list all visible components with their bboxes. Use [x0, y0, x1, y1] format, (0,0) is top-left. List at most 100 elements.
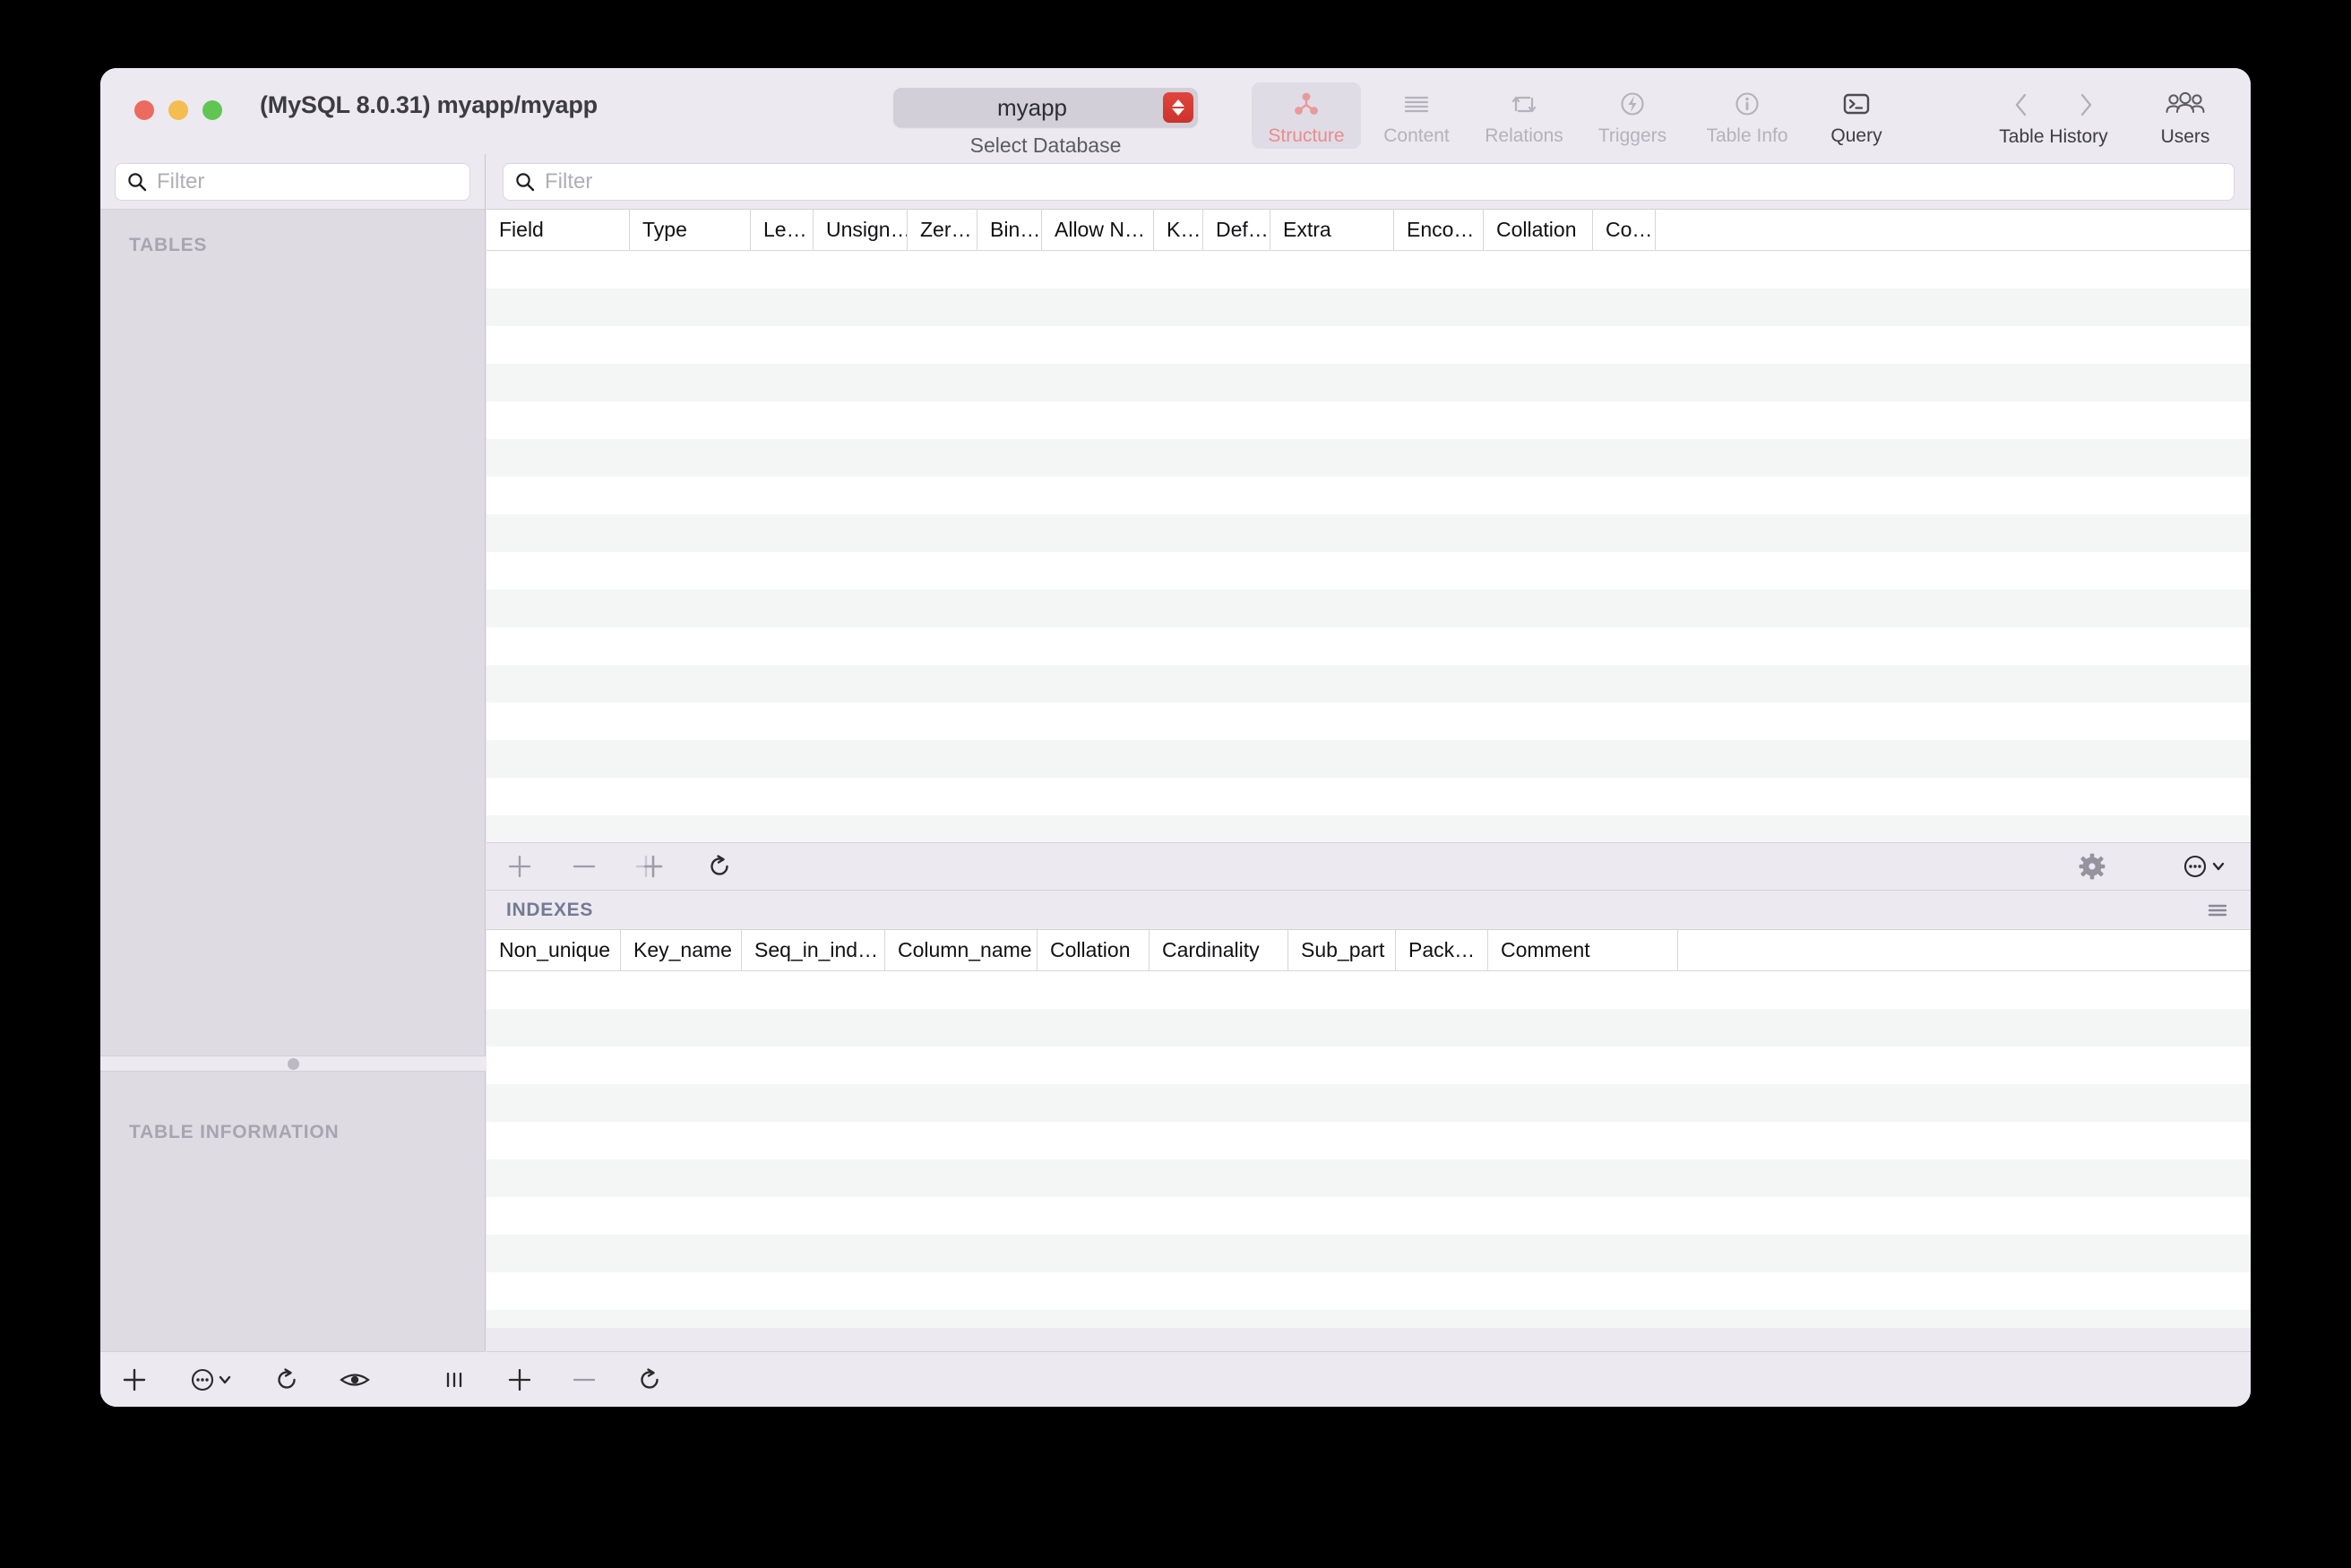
- tab-content-label: Content: [1383, 125, 1450, 146]
- column-header-filler: [1656, 210, 2251, 250]
- sidebar-filter-input[interactable]: Filter: [115, 162, 470, 201]
- table-row[interactable]: [487, 1159, 2251, 1197]
- table-history-label: Table History: [1999, 126, 2108, 147]
- add-table-button[interactable]: [120, 1359, 149, 1400]
- list-menu-icon[interactable]: [2204, 900, 2231, 920]
- column-header-idx-collation[interactable]: Collation: [1038, 930, 1150, 970]
- table-row[interactable]: [487, 1197, 2251, 1235]
- table-row[interactable]: [487, 971, 2251, 1009]
- tab-content[interactable]: Content: [1367, 82, 1466, 149]
- tab-triggers[interactable]: Triggers: [1582, 82, 1683, 149]
- structure-options-button[interactable]: [2181, 849, 2231, 884]
- table-row[interactable]: [487, 401, 2251, 439]
- column-header-key[interactable]: K…: [1154, 210, 1203, 250]
- remove-field-button[interactable]: [571, 849, 598, 884]
- table-row[interactable]: [487, 1235, 2251, 1272]
- table-row[interactable]: [487, 1084, 2251, 1122]
- toggle-sidebar-button[interactable]: [443, 1359, 466, 1400]
- table-row[interactable]: [487, 815, 2251, 842]
- column-header-packed[interactable]: Pack…: [1396, 930, 1488, 970]
- remove-index-button[interactable]: [571, 1362, 598, 1398]
- table-row[interactable]: [487, 289, 2251, 326]
- table-row[interactable]: [487, 665, 2251, 702]
- sidebar-splitter[interactable]: [100, 1055, 486, 1072]
- add-field-button[interactable]: [506, 849, 533, 884]
- column-header-allow-null[interactable]: Allow N…: [1042, 210, 1154, 250]
- window-title: (MySQL 8.0.31) myapp/myapp: [260, 91, 598, 118]
- table-row[interactable]: [487, 1009, 2251, 1047]
- toolbar-users-button[interactable]: Users: [2136, 82, 2235, 148]
- column-header-idx-comment[interactable]: Comment: [1488, 930, 1678, 970]
- tab-triggers-label: Triggers: [1597, 125, 1667, 146]
- refresh-indexes-button[interactable]: [635, 1362, 664, 1398]
- table-info-icon: [1732, 88, 1762, 121]
- column-header-extra[interactable]: Extra: [1270, 210, 1394, 250]
- database-selector[interactable]: myapp Select Database: [893, 88, 1198, 158]
- table-row[interactable]: [487, 326, 2251, 364]
- column-header-key-name[interactable]: Key_name: [621, 930, 742, 970]
- table-row[interactable]: [487, 627, 2251, 665]
- sidebar-table-information-header: TABLE INFORMATION: [129, 1122, 340, 1142]
- table-row[interactable]: [487, 1310, 2251, 1328]
- indexes-grid[interactable]: [487, 971, 2251, 1328]
- tab-query[interactable]: Query: [1812, 82, 1901, 149]
- column-header-unsigned[interactable]: Unsign…: [814, 210, 908, 250]
- database-stepper-icon[interactable]: [1163, 92, 1193, 123]
- table-row[interactable]: [487, 740, 2251, 778]
- refresh-tables-button[interactable]: [272, 1359, 301, 1400]
- duplicate-field-button[interactable]: [635, 849, 667, 884]
- column-header-sub-part[interactable]: Sub_part: [1288, 930, 1396, 970]
- tab-structure[interactable]: Structure: [1252, 82, 1361, 149]
- add-index-button[interactable]: [506, 1362, 533, 1398]
- toolbar-users-label: Users: [2160, 126, 2210, 147]
- preview-button[interactable]: [339, 1359, 371, 1400]
- refresh-structure-button[interactable]: [705, 849, 734, 884]
- tab-relations[interactable]: Relations: [1469, 82, 1579, 149]
- search-icon: [514, 171, 536, 193]
- table-row[interactable]: [487, 514, 2251, 552]
- column-header-column-name[interactable]: Column_name: [885, 930, 1038, 970]
- table-settings-button[interactable]: [2077, 849, 2107, 884]
- table-row[interactable]: [487, 590, 2251, 627]
- column-header-length[interactable]: Le…: [751, 210, 814, 250]
- table-row[interactable]: [487, 364, 2251, 401]
- column-header-zerofill[interactable]: Zer…: [908, 210, 977, 250]
- column-header-type[interactable]: Type: [630, 210, 751, 250]
- query-icon: [1839, 88, 1873, 121]
- toolbar-console-button[interactable]: ⌘ Console: [2237, 82, 2251, 148]
- table-row[interactable]: [487, 1047, 2251, 1084]
- column-header-encoding[interactable]: Enco…: [1394, 210, 1484, 250]
- chevron-right-icon[interactable]: [2076, 90, 2096, 119]
- sidebar: Filter TABLES TABLE INFORMATION: [100, 154, 486, 1407]
- structure-grid[interactable]: [487, 251, 2251, 842]
- table-row[interactable]: [487, 1272, 2251, 1310]
- table-history: Table History: [1951, 82, 2157, 149]
- table-row[interactable]: [487, 439, 2251, 477]
- maximize-button[interactable]: [202, 100, 222, 120]
- close-button[interactable]: [134, 100, 154, 120]
- table-row[interactable]: [487, 778, 2251, 815]
- database-popup-button[interactable]: myapp: [893, 88, 1198, 127]
- chevron-left-icon[interactable]: [2011, 90, 2031, 119]
- column-header-binary[interactable]: Bin…: [977, 210, 1042, 250]
- sidebar-tables-list[interactable]: [100, 256, 485, 1098]
- column-header-field[interactable]: Field: [487, 210, 630, 250]
- table-row[interactable]: [487, 702, 2251, 740]
- table-row[interactable]: [487, 477, 2251, 514]
- column-header-comment[interactable]: Co…: [1593, 210, 1656, 250]
- table-row[interactable]: [487, 251, 2251, 289]
- sidebar-filter-bar: Filter: [100, 154, 485, 210]
- column-header-non-unique[interactable]: Non_unique: [487, 930, 621, 970]
- tab-table-info[interactable]: Table Info: [1686, 82, 1808, 149]
- column-header-collation[interactable]: Collation: [1484, 210, 1593, 250]
- table-row[interactable]: [487, 1122, 2251, 1159]
- minimize-button[interactable]: [168, 100, 188, 120]
- structure-filter-input[interactable]: Filter: [503, 162, 2235, 201]
- chevron-up-icon: [1172, 99, 1184, 107]
- column-header-seq-in-index[interactable]: Seq_in_ind…: [742, 930, 885, 970]
- table-actions-button[interactable]: [188, 1359, 237, 1400]
- column-header-cardinality[interactable]: Cardinality: [1150, 930, 1288, 970]
- column-header-default[interactable]: Def…: [1203, 210, 1270, 250]
- table-row[interactable]: [487, 552, 2251, 590]
- main-panel: Filter Field Type Le… Unsign… Zer… Bin… …: [487, 154, 2251, 1407]
